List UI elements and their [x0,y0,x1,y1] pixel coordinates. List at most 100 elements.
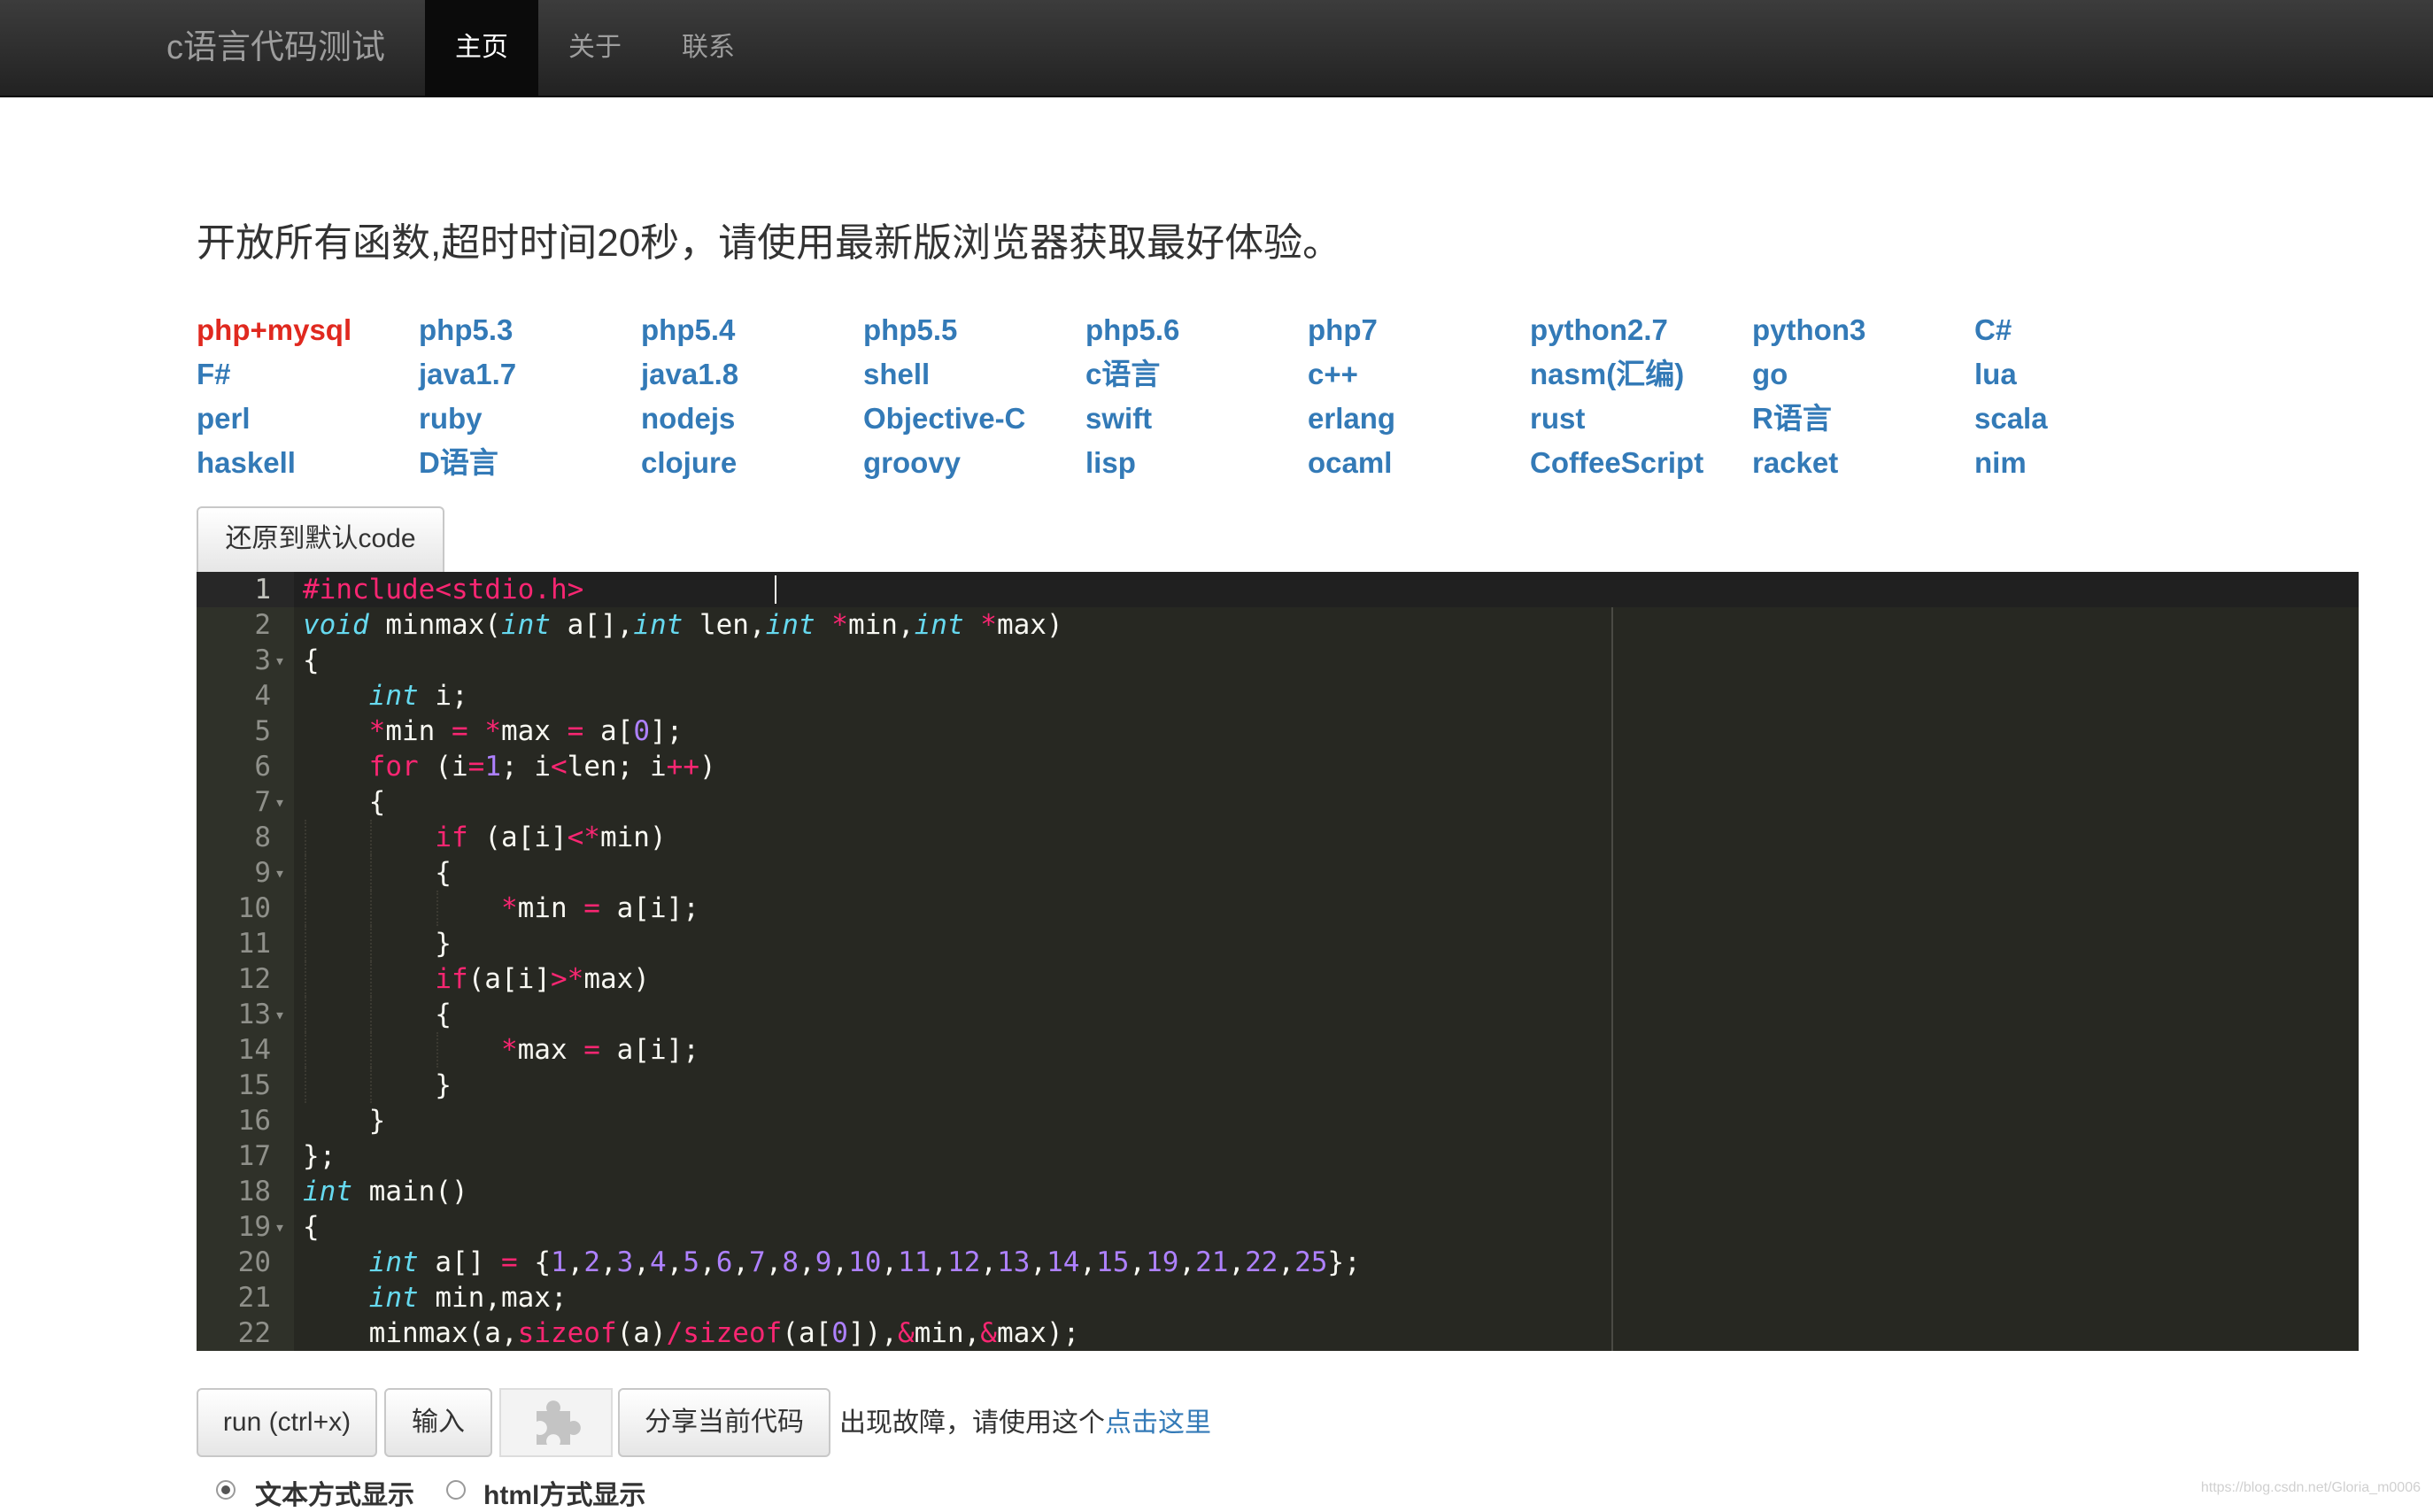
line-number[interactable]: 18 [197,1174,271,1209]
lang-link[interactable]: erlang [1308,397,1395,441]
code-line[interactable]: 13 ▾ { [197,997,2359,1032]
lang-link[interactable]: python3 [1752,308,1865,352]
run-button[interactable]: run (ctrl+x) [197,1388,377,1457]
lang-link[interactable]: haskell [197,441,296,485]
brand-title[interactable]: c语言代码测试 [166,0,385,96]
lang-link[interactable]: rust [1530,397,1585,441]
lang-link[interactable]: CoffeeScript [1530,441,1703,485]
code-line[interactable]: 6 for (i=1; i<len; i++) [197,749,2359,784]
lang-link[interactable]: lua [1974,352,2017,397]
code-line[interactable]: 20 int a[] = {1,2,3,4,5,6,7,8,9,10,11,12… [197,1245,2359,1280]
lang-link[interactable]: php5.5 [863,308,957,352]
line-number[interactable]: 11 [197,926,271,961]
code-line[interactable]: 8 if (a[i]<*min) [197,820,2359,855]
line-number[interactable]: 8 [197,820,271,855]
code-line[interactable]: 21 int min,max; [197,1280,2359,1315]
lang-link[interactable]: php+mysql [197,308,351,352]
nav-contact[interactable]: 联系 [652,0,765,96]
radio-html-mode-label[interactable]: html方式显示 [483,1473,645,1512]
code-line[interactable]: 15 } [197,1068,2359,1103]
lang-link[interactable]: php5.4 [641,308,735,352]
lang-link[interactable]: clojure [641,441,737,485]
lang-link[interactable]: php5.3 [419,308,513,352]
line-number[interactable]: 13 [197,997,271,1032]
line-number[interactable]: 16 [197,1103,271,1138]
lang-link[interactable]: nim [1974,441,2027,485]
line-number[interactable]: 10 [197,891,271,926]
code-line[interactable]: 9 ▾ { [197,855,2359,891]
share-code-button[interactable]: 分享当前代码 [618,1388,830,1457]
code-line[interactable]: 10 *min = a[i]; [197,891,2359,926]
lang-link[interactable]: C# [1974,308,2012,352]
lang-link[interactable]: php5.6 [1085,308,1179,352]
fold-toggle-icon[interactable]: ▾ [274,784,285,820]
fold-toggle-icon[interactable]: ▾ [274,855,285,891]
radio-html-mode[interactable] [446,1480,466,1500]
lang-link[interactable]: F# [197,352,231,397]
input-button[interactable]: 输入 [384,1388,492,1457]
code-line[interactable]: 3 ▾ { [197,643,2359,678]
code-line[interactable]: 5 *min = *max = a[0]; [197,714,2359,749]
lang-link[interactable]: groovy [863,441,961,485]
code-line[interactable]: 12 if(a[i]>*max) [197,961,2359,997]
lang-link[interactable]: scala [1974,397,2048,441]
lang-link[interactable]: shell [863,352,930,397]
line-number[interactable]: 3 [197,643,271,678]
lang-link[interactable]: R语言 [1752,397,1832,441]
code-line[interactable]: 16 } [197,1103,2359,1138]
line-number[interactable]: 7 [197,784,271,820]
line-number[interactable]: 14 [197,1032,271,1068]
nav-about[interactable]: 关于 [538,0,652,96]
code-line[interactable]: 18 int main() [197,1174,2359,1209]
code-line[interactable]: 7 ▾ { [197,784,2359,820]
lang-link[interactable]: java1.7 [419,352,516,397]
line-number[interactable]: 9 [197,855,271,891]
code-line[interactable]: 2 void minmax(int a[],int len,int *min,in… [197,607,2359,643]
lang-link[interactable]: c语言 [1085,352,1160,397]
line-number[interactable]: 6 [197,749,271,784]
line-number[interactable]: 4 [197,678,271,714]
code-line[interactable]: 17}; [197,1138,2359,1174]
code-line[interactable]: 14 *max = a[i]; [197,1032,2359,1068]
code-line[interactable]: 4 int i; [197,678,2359,714]
radio-text-mode[interactable] [216,1480,236,1500]
nav-home[interactable]: 主页 [425,0,538,96]
line-number[interactable]: 19 [197,1209,271,1245]
lang-link[interactable]: python2.7 [1530,308,1668,352]
line-number[interactable]: 22 [197,1315,271,1351]
line-number[interactable]: 2 [197,607,271,643]
lang-link[interactable]: php7 [1308,308,1378,352]
lang-link[interactable]: ocaml [1308,441,1392,485]
fault-note-link[interactable]: 点击这里 [1105,1408,1211,1438]
line-number[interactable]: 1 [197,572,271,607]
code-editor[interactable]: 1 #include<stdio.h> 2 void minmax(int a[],i… [197,572,2359,1351]
code-line[interactable]: 1 #include<stdio.h> [197,572,2359,607]
lang-link[interactable]: perl [197,397,251,441]
lang-link[interactable]: swift [1085,397,1152,441]
lang-link[interactable]: D语言 [419,441,498,485]
lang-link[interactable]: c++ [1308,352,1358,397]
lang-link[interactable]: java1.8 [641,352,738,397]
fold-toggle-icon[interactable]: ▾ [274,997,285,1032]
line-number[interactable]: 17 [197,1138,271,1174]
line-number[interactable]: 12 [197,961,271,997]
line-number[interactable]: 21 [197,1280,271,1315]
plugin-button[interactable] [499,1388,613,1457]
radio-text-mode-label[interactable]: 文本方式显示 [255,1473,414,1512]
line-number[interactable]: 15 [197,1068,271,1103]
lang-link[interactable]: nodejs [641,397,735,441]
code-line[interactable]: 19 ▾ { [197,1209,2359,1245]
lang-link[interactable]: racket [1752,441,1838,485]
lang-link[interactable]: nasm(汇编) [1530,352,1684,397]
lang-link[interactable]: ruby [419,397,483,441]
lang-link[interactable]: lisp [1085,441,1136,485]
fold-toggle-icon[interactable]: ▾ [274,1209,285,1245]
line-number[interactable]: 5 [197,714,271,749]
restore-default-code-button[interactable]: 还原到默认code [197,506,444,572]
line-number[interactable]: 20 [197,1245,271,1280]
lang-link[interactable]: Objective-C [863,397,1025,441]
code-line[interactable]: 11 } [197,926,2359,961]
fold-toggle-icon[interactable]: ▾ [274,643,285,678]
lang-link[interactable]: go [1752,352,1788,397]
code-line[interactable]: 22 minmax(a,sizeof(a)/sizeof(a[0]),&min,… [197,1315,2359,1351]
